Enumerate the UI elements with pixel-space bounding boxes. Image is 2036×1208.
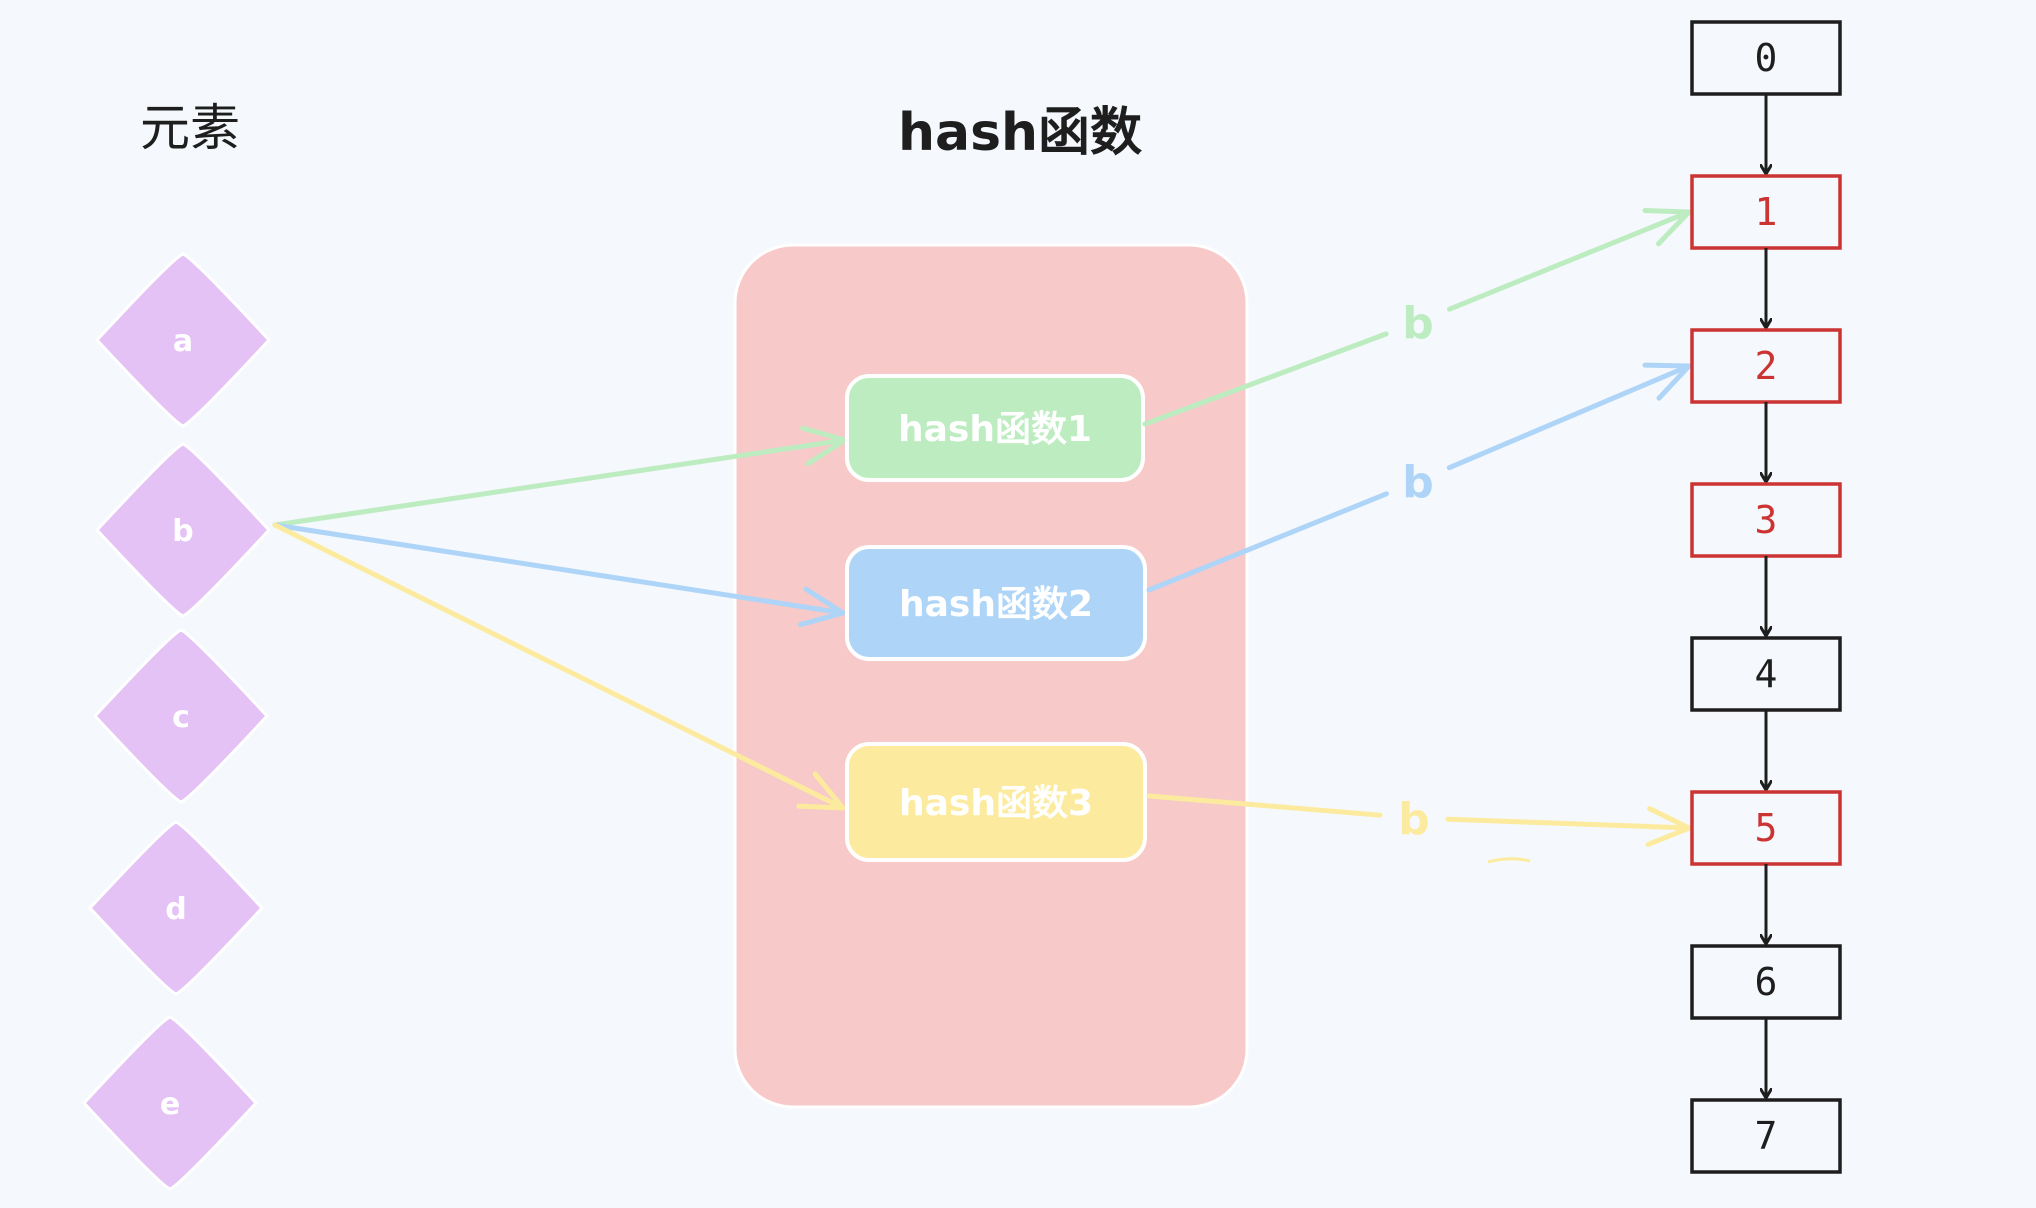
element-label: d	[165, 892, 186, 927]
slot-label: 4	[1755, 652, 1778, 696]
element-label: b	[172, 514, 193, 549]
stray-stroke	[1487, 857, 1531, 864]
arrow-line	[1445, 816, 1692, 831]
slot-3: 3	[1690, 482, 1842, 636]
elements-heading: 元素	[140, 99, 240, 157]
hash-functions-heading: hash函数	[898, 103, 1142, 163]
slot-label: 1	[1755, 190, 1778, 234]
slot-1: 1	[1690, 174, 1842, 328]
hash-functions-column: hash函数1 hash函数2 hash函数3	[845, 374, 1147, 862]
element-a: a	[95, 252, 271, 428]
hash-diagram: 元素 hash函数 a b c d e hash函数1 hash函数2 hash函数3 b b…	[82, 20, 1842, 1191]
slot-2: 2	[1690, 328, 1842, 482]
hash-function-1: hash函数1	[845, 374, 1145, 482]
slot-5: 5	[1690, 790, 1842, 944]
hash-function-2: hash函数2	[845, 545, 1147, 661]
edge-label-b: b	[1398, 794, 1430, 845]
element-label: a	[173, 324, 193, 359]
element-c: c	[93, 628, 269, 804]
hash-function-label: hash函数2	[899, 584, 1093, 625]
edge-label-b: b	[1402, 457, 1434, 508]
element-e: e	[82, 1015, 258, 1191]
slot-6: 6	[1690, 944, 1842, 1098]
arrow-line	[1446, 363, 1692, 471]
slot-4: 4	[1690, 636, 1842, 790]
edge-label-b: b	[1402, 298, 1434, 349]
slot-label: 2	[1755, 344, 1778, 388]
arrow-line	[1447, 209, 1692, 312]
slot-label: 5	[1755, 806, 1778, 850]
element-label: c	[172, 700, 190, 735]
element-d: d	[88, 820, 264, 996]
hash-function-label: hash函数3	[899, 783, 1093, 824]
element-b: b	[95, 442, 271, 618]
hash-function-label: hash函数1	[898, 409, 1092, 450]
slot-0: 0	[1690, 20, 1842, 174]
slot-7: 7	[1690, 1098, 1842, 1174]
slot-label: 3	[1755, 498, 1778, 542]
element-label: e	[160, 1087, 180, 1122]
hash-function-3: hash函数3	[845, 742, 1147, 862]
slot-label: 0	[1755, 36, 1778, 80]
slot-label: 6	[1755, 960, 1778, 1004]
slot-label: 7	[1755, 1114, 1778, 1158]
elements-column: a b c d e	[82, 252, 271, 1191]
bit-array: 0 1 2 3 4 5 6 7	[1690, 20, 1842, 1174]
